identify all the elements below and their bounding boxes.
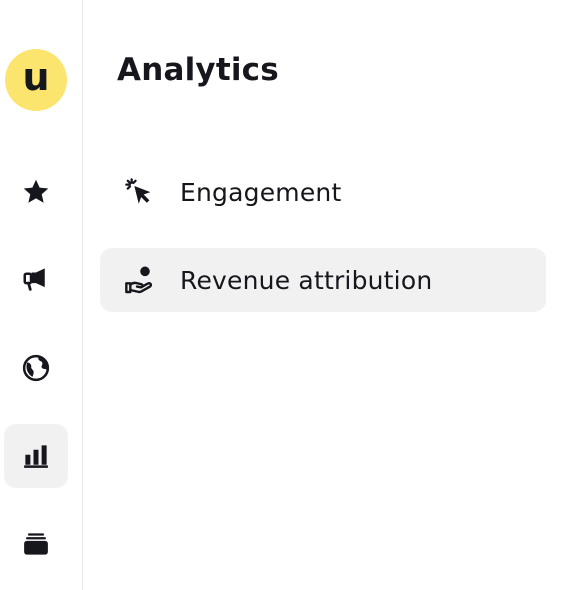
nav-item-label: Engagement: [180, 177, 342, 207]
rail-item-analytics[interactable]: [4, 424, 68, 488]
hand-coin-icon: [125, 266, 153, 294]
rail-item-web[interactable]: [4, 336, 68, 400]
rail-item-favorites[interactable]: [4, 160, 68, 224]
nav-item-engagement[interactable]: Engagement: [100, 160, 546, 224]
rail-item-campaigns[interactable]: [4, 247, 68, 311]
star-icon: [23, 179, 49, 203]
bar-chart-icon: [24, 445, 48, 468]
app-window: u Analytics Engagement Revenue attributi…: [0, 0, 562, 590]
globe-icon: [22, 354, 50, 382]
stack-icon: [24, 533, 48, 555]
nav-item-label: Revenue attribution: [180, 265, 433, 295]
cursor-click-icon: [125, 178, 151, 204]
left-rail: u: [0, 0, 83, 590]
nav-item-icon: [122, 175, 156, 209]
rail-item-library[interactable]: [4, 512, 68, 576]
brand-logo[interactable]: u: [5, 49, 67, 111]
nav-item-icon: [122, 263, 156, 297]
megaphone-icon: [23, 268, 45, 291]
nav-item-revenue-attribution[interactable]: Revenue attribution: [100, 248, 546, 312]
page-title: Analytics: [117, 52, 279, 88]
brand-logo-letter: u: [22, 55, 50, 99]
